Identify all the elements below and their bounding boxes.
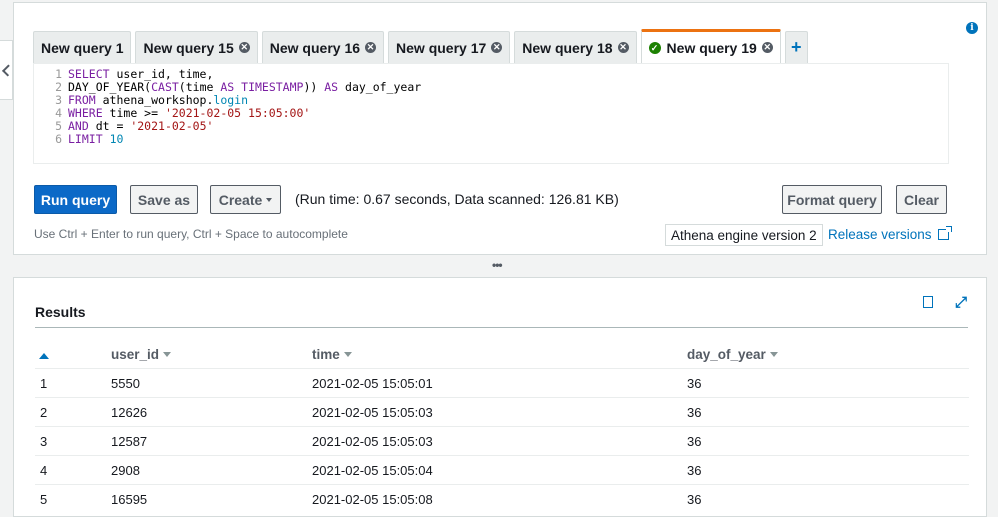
sort-icon: [343, 352, 352, 358]
cell-time: 2021-02-05 15:05:03: [312, 426, 687, 456]
cell-day-of-year: 36: [687, 426, 969, 456]
close-icon[interactable]: ✕: [761, 42, 773, 53]
table-row: 5 16595 2021-02-05 15:05:08 36: [35, 484, 969, 513]
cell-day-of-year: 36: [687, 368, 969, 398]
query-tabs: New query 1 New query 15 ✕ New query 16 ✕ …: [33, 29, 812, 63]
close-icon[interactable]: ✕: [365, 42, 377, 53]
external-link-icon: [937, 226, 952, 240]
results-panel: Results ⤢ user_id time day_of_year 1 5550…: [13, 277, 987, 517]
cell-user-id: 5550: [111, 368, 312, 398]
cell-time: 2021-02-05 15:05:03: [312, 397, 687, 427]
save-as-button[interactable]: Save as: [130, 185, 198, 214]
info-icon[interactable]: i: [966, 22, 978, 34]
release-versions-link[interactable]: Release versions: [828, 226, 952, 242]
run-query-button[interactable]: Run query: [34, 185, 117, 214]
table-row: 1 5550 2021-02-05 15:05:01 36: [35, 368, 969, 398]
sort-icon: [769, 352, 778, 358]
tab-new-query-19[interactable]: ✓ New query 19 ✕: [640, 29, 781, 63]
column-header-user-id[interactable]: user_id: [111, 340, 312, 369]
download-csv-icon[interactable]: [923, 296, 933, 308]
table-header-row: user_id time day_of_year: [35, 340, 969, 369]
row-number-header[interactable]: [35, 340, 111, 369]
resize-handle[interactable]: •••: [492, 258, 503, 272]
tab-label: New query 19: [666, 39, 757, 56]
table-row: 3 12587 2021-02-05 15:05:03 36: [35, 426, 969, 456]
close-icon[interactable]: ✕: [491, 42, 503, 53]
tab-label: New query 1: [41, 39, 124, 56]
cell-time: 2021-02-05 15:05:04: [312, 455, 687, 485]
row-number: 5: [35, 484, 111, 513]
sort-icon: [163, 352, 172, 358]
create-label: Create: [218, 191, 263, 208]
column-label: day_of_year: [687, 346, 766, 362]
keyboard-hint: Use Ctrl + Enter to run query, Ctrl + Sp…: [34, 227, 348, 241]
divider: [35, 327, 968, 328]
expand-icon[interactable]: ⤢: [955, 294, 967, 311]
sort-asc-icon: [39, 352, 49, 359]
close-icon[interactable]: ✕: [238, 42, 250, 53]
code-line-6: LIMIT 10: [68, 132, 124, 146]
cell-day-of-year: 36: [687, 455, 969, 485]
sql-editor[interactable]: 1 2 3 4 5 6 SELECT user_id, time, DAY_OF_…: [33, 63, 949, 164]
release-versions-label: Release versions: [828, 227, 932, 242]
check-icon: ✓: [648, 41, 661, 54]
tab-new-query-15[interactable]: New query 15 ✕: [135, 31, 258, 63]
column-header-day-of-year[interactable]: day_of_year: [687, 340, 969, 369]
results-title: Results: [35, 304, 86, 320]
cell-day-of-year: 36: [687, 484, 969, 513]
table-row: 2 12626 2021-02-05 15:05:03 36: [35, 397, 969, 427]
collapse-panel-button[interactable]: [0, 40, 15, 100]
column-header-time[interactable]: time: [312, 340, 687, 369]
tab-new-query-18[interactable]: New query 18 ✕: [514, 31, 637, 63]
clear-button[interactable]: Clear: [896, 185, 947, 214]
column-label: time: [312, 346, 340, 362]
create-dropdown[interactable]: Create: [210, 185, 281, 214]
cell-day-of-year: 36: [687, 397, 969, 427]
line-number: 6: [55, 132, 62, 146]
tab-new-query-17[interactable]: New query 17 ✕: [388, 31, 511, 63]
tab-label: New query 15: [143, 39, 234, 56]
line-numbers: 1 2 3 4 5 6: [34, 68, 62, 146]
row-number: 2: [35, 397, 111, 427]
run-info: (Run time: 0.67 seconds, Data scanned: 1…: [295, 191, 619, 207]
format-query-button[interactable]: Format query: [782, 185, 882, 214]
row-number: 1: [35, 368, 111, 398]
row-number: 3: [35, 426, 111, 456]
cell-time: 2021-02-05 15:05:08: [312, 484, 687, 513]
chevron-down-icon: [266, 197, 273, 202]
cell-user-id: 16595: [111, 484, 312, 513]
tab-label: New query 16: [269, 39, 361, 56]
row-number: 4: [35, 455, 111, 485]
engine-version-badge: Athena engine version 2: [665, 224, 823, 246]
tab-new-query-16[interactable]: New query 16 ✕: [261, 31, 385, 63]
table-row: 4 2908 2021-02-05 15:05:04 36: [35, 455, 969, 485]
tab-new-query-1[interactable]: New query 1: [33, 31, 132, 63]
sql-code[interactable]: SELECT user_id, time, DAY_OF_YEAR(CAST(ti…: [68, 68, 421, 146]
cell-user-id: 2908: [111, 455, 312, 485]
cell-time: 2021-02-05 15:05:01: [312, 368, 687, 398]
close-icon[interactable]: ✕: [617, 42, 629, 53]
plus-icon: +: [791, 37, 802, 57]
results-table: user_id time day_of_year 1 5550 2021-02-05…: [35, 340, 969, 513]
tab-label: New query 18: [522, 39, 613, 56]
cell-user-id: 12626: [111, 397, 312, 427]
column-label: user_id: [111, 346, 160, 362]
tab-label: New query 17: [396, 39, 487, 56]
add-tab-button[interactable]: +: [784, 31, 808, 63]
cell-user-id: 12587: [111, 426, 312, 456]
